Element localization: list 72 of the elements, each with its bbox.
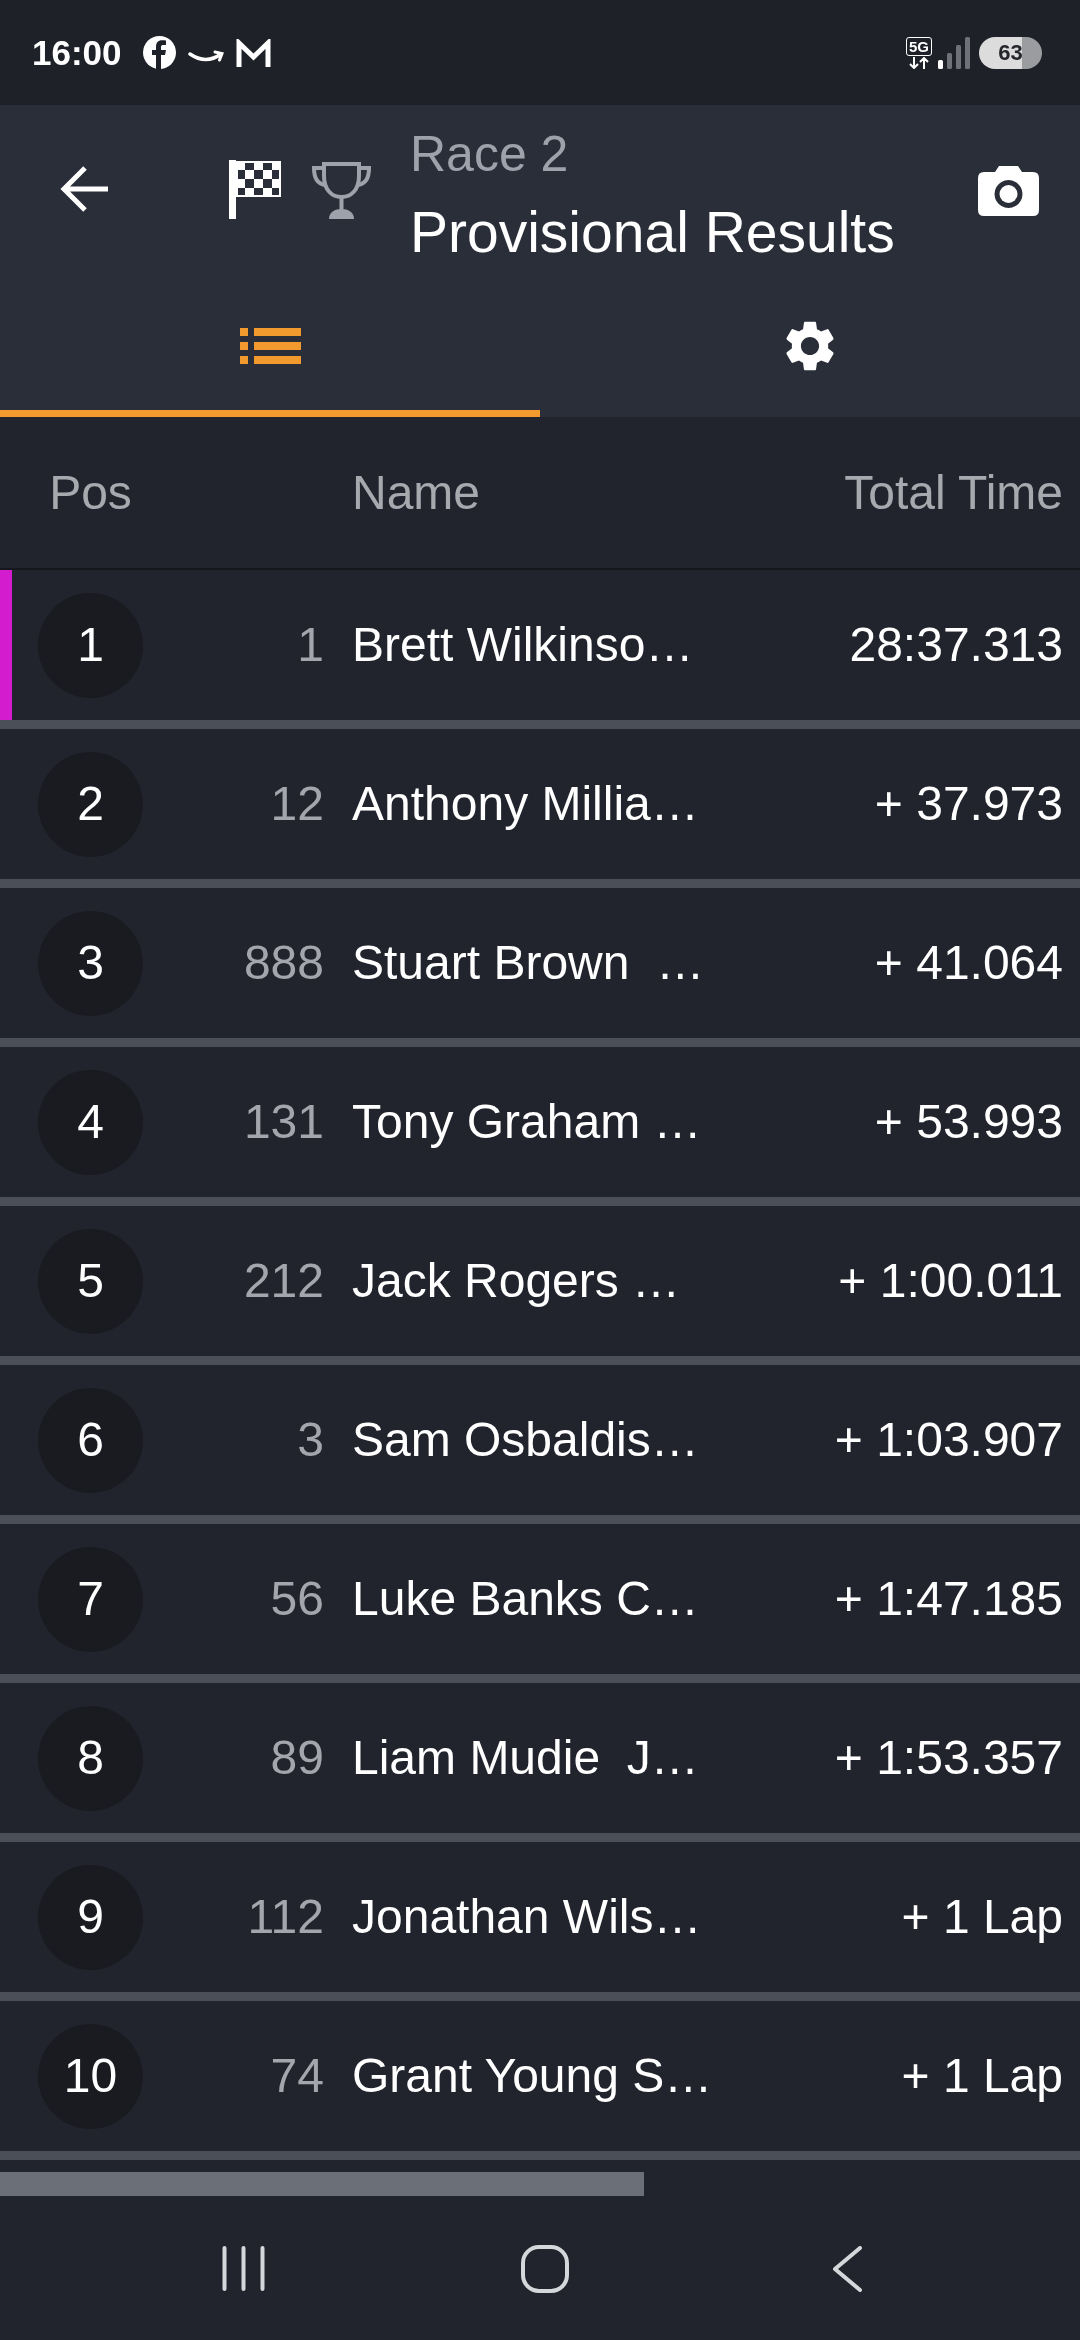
position-marker: 3 — [38, 910, 143, 1016]
result-row[interactable]: 10 74 Grant Young S… + 1 Lap — [0, 2001, 1080, 2160]
total-time: + 37.973 — [874, 776, 1063, 832]
result-row[interactable]: 5 212 Jack Rogers … + 1:00.011 — [0, 1206, 1080, 1365]
battery-indicator: 63 — [979, 36, 1042, 69]
car-number: 12 — [269, 776, 324, 832]
result-row[interactable]: 4 131 Tony Graham … + 53.993 — [0, 1047, 1080, 1206]
position-marker: 4 — [38, 1069, 143, 1175]
total-time: + 1:00.011 — [838, 1253, 1063, 1309]
list-icon — [239, 328, 301, 364]
car-number: 89 — [269, 1730, 324, 1786]
back-icon[interactable] — [832, 2245, 863, 2292]
status-time: 16:00 — [32, 35, 122, 70]
driver-name: Sam Osbaldis… — [352, 1412, 699, 1468]
car-number: 74 — [269, 2048, 324, 2104]
network-type-label: 5G — [906, 36, 932, 56]
smile-curve-icon — [187, 48, 224, 65]
position-marker: 5 — [38, 1228, 143, 1334]
recent-apps-icon[interactable] — [222, 2246, 265, 2291]
camera-icon[interactable] — [978, 164, 1039, 216]
position-marker: 7 — [38, 1546, 143, 1652]
driver-name: Stuart Brown … — [352, 935, 705, 991]
car-number: 1 — [296, 617, 324, 673]
car-number: 131 — [242, 1094, 324, 1150]
circle-f-logo-icon — [142, 36, 176, 69]
result-row[interactable]: 6 3 Sam Osbaldis… + 1:03.907 — [0, 1365, 1080, 1524]
position-marker: 2 — [38, 751, 143, 857]
column-header: Pos — [48, 464, 133, 521]
total-time: + 1:53.357 — [834, 1730, 1063, 1786]
race-subtitle: Race 2 — [410, 125, 570, 184]
total-time: + 1 Lap — [901, 1889, 1063, 1945]
car-number: 888 — [242, 935, 324, 991]
gear-icon — [785, 321, 835, 371]
driver-name: Brett Wilkinso… — [352, 617, 694, 673]
car-number: 56 — [269, 1571, 324, 1627]
column-header: Total Time — [844, 464, 1063, 521]
position-marker: 8 — [38, 1705, 143, 1811]
driver-name: Luke Banks C… — [352, 1571, 699, 1627]
total-time: 28:37.313 — [849, 617, 1063, 673]
position-marker: 6 — [38, 1387, 143, 1493]
result-row[interactable]: 7 56 Luke Banks C… + 1:47.185 — [0, 1524, 1080, 1683]
signal-icon — [938, 36, 970, 69]
car-number: 112 — [246, 1889, 324, 1945]
total-time: + 41.064 — [874, 935, 1063, 991]
driver-name: Anthony Millia… — [352, 776, 699, 832]
driver-name: Grant Young S… — [352, 2048, 713, 2104]
data-arrows-icon — [908, 56, 930, 69]
result-row[interactable]: 3 888 Stuart Brown … + 41.064 — [0, 888, 1080, 1047]
result-row[interactable]: 8 89 Liam Mudie J… + 1:53.357 — [0, 1683, 1080, 1842]
checkered-flag-icon — [229, 160, 281, 219]
driver-name: Liam Mudie J… — [352, 1730, 699, 1786]
position-marker: 9 — [38, 1864, 143, 1970]
total-time: + 53.993 — [874, 1094, 1063, 1150]
position-marker: 10 — [38, 2023, 143, 2129]
trophy-icon — [310, 160, 373, 220]
car-number: 212 — [242, 1253, 324, 1309]
column-header: Name — [352, 464, 481, 521]
result-row[interactable]: 9 112 Jonathan Wils… + 1 Lap — [0, 1842, 1080, 2001]
driver-name: Tony Graham … — [352, 1094, 702, 1150]
m-logo-icon — [235, 38, 271, 67]
total-time: + 1 Lap — [901, 2048, 1063, 2104]
total-time: + 1:47.185 — [834, 1571, 1063, 1627]
results-title: Provisional Results — [410, 199, 895, 266]
driver-name: Jonathan Wils… — [352, 1889, 702, 1945]
result-row[interactable]: 1 1 Brett Wilkinso… 28:37.313 — [0, 570, 1080, 729]
result-row[interactable]: 2 12 Anthony Millia… + 37.973 — [0, 729, 1080, 888]
home-icon[interactable] — [521, 2244, 569, 2293]
back-arrow-icon[interactable] — [60, 165, 109, 213]
car-number: 3 — [296, 1412, 324, 1468]
position-marker: 1 — [38, 592, 143, 698]
total-time: + 1:03.907 — [834, 1412, 1063, 1468]
driver-name: Jack Rogers … — [352, 1253, 681, 1309]
